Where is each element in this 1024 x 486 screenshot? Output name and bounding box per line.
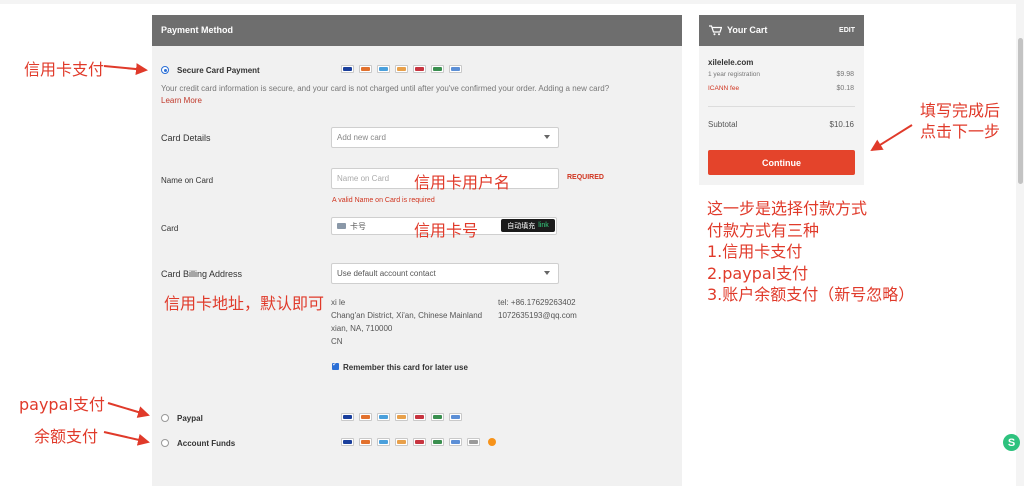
chat-widget-icon[interactable]: S xyxy=(1003,434,1020,451)
annotation-arrows xyxy=(103,63,913,446)
arrow-paypal xyxy=(107,402,150,418)
arrow-credit-card xyxy=(103,63,148,76)
arrow-funds xyxy=(103,431,150,446)
scrollbar-thumb[interactable] xyxy=(1018,38,1023,184)
arrow-continue xyxy=(870,124,913,152)
